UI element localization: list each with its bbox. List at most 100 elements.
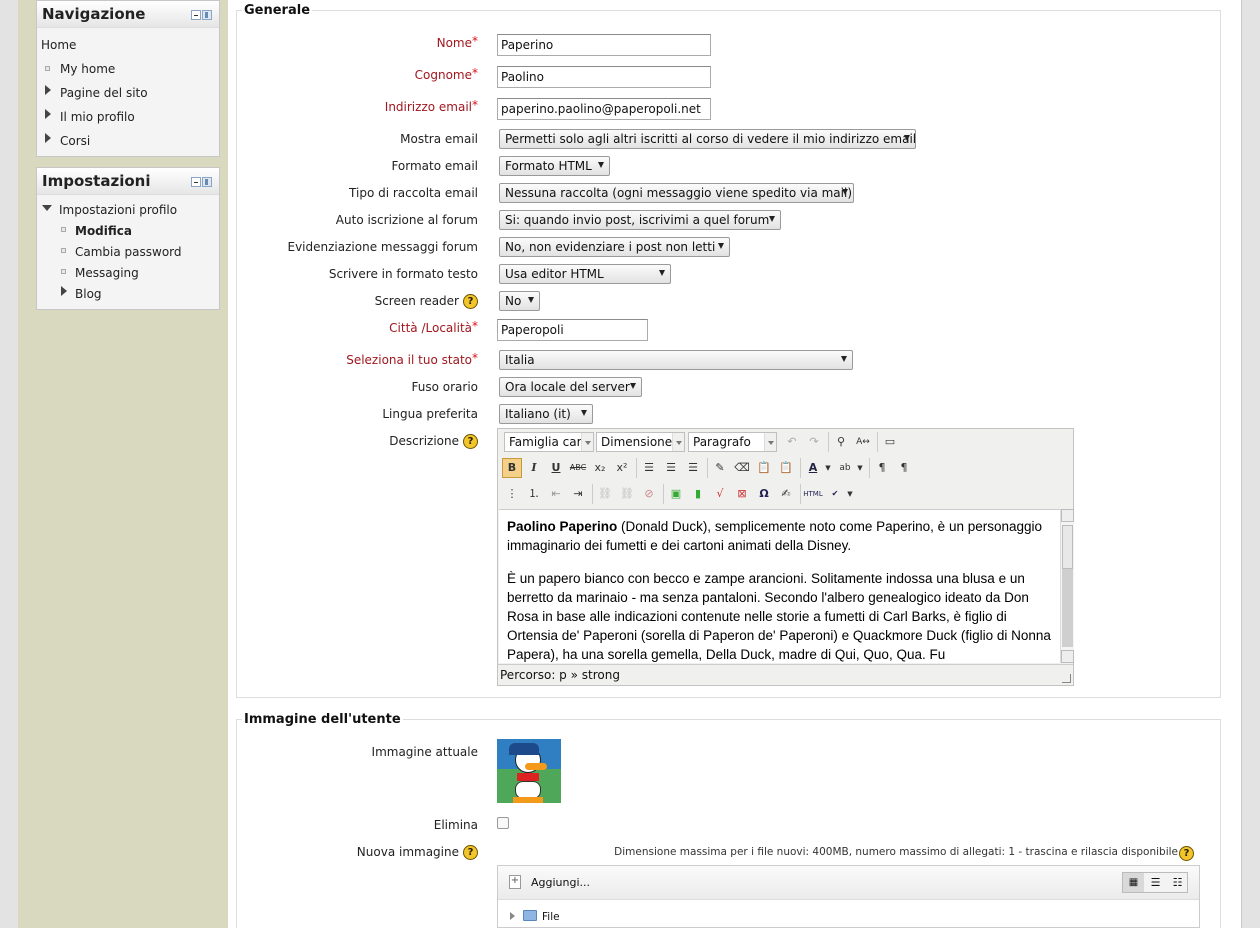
expand-arrow-icon[interactable] bbox=[45, 133, 51, 143]
file-manager: + Aggiungi... ▦ ☰ ☷ File bbox=[497, 865, 1200, 928]
ltr-icon[interactable]: ¶ bbox=[872, 458, 892, 478]
editor-content[interactable]: Paolino Paperino (Donald Duck), semplice… bbox=[499, 509, 1061, 663]
link-icon[interactable]: ⛓ bbox=[595, 484, 615, 504]
resize-handle-icon[interactable] bbox=[1062, 674, 1071, 683]
replace-icon[interactable]: A↔ bbox=[853, 432, 873, 452]
nav-item-home[interactable]: Home bbox=[41, 38, 76, 52]
eraser-icon[interactable]: ⌫ bbox=[732, 458, 752, 478]
italic-icon[interactable]: I bbox=[524, 458, 544, 478]
nolink-icon[interactable]: ⊘ bbox=[639, 484, 659, 504]
navigation-block: Navigazione Home My home Pagine del sito… bbox=[36, 0, 220, 157]
expand-arrow-icon[interactable] bbox=[45, 85, 51, 95]
cleanup-icon[interactable]: ✎ bbox=[710, 458, 730, 478]
formato-testo-select[interactable]: Usa editor HTML bbox=[499, 264, 671, 284]
superscript-icon[interactable]: x² bbox=[612, 458, 632, 478]
align-left-icon[interactable]: ☰ bbox=[639, 458, 659, 478]
auto-iscrizione-select[interactable]: Si: quando invio post, iscrivimi a quel … bbox=[499, 210, 781, 230]
chevron-down-icon[interactable]: ▼ bbox=[823, 458, 833, 478]
tree-view-icon[interactable]: ☷ bbox=[1167, 873, 1188, 892]
collapse-arrow-icon[interactable] bbox=[42, 205, 52, 211]
unlink-icon[interactable]: ⛓ bbox=[617, 484, 637, 504]
special-char-icon[interactable]: Ω bbox=[754, 484, 774, 504]
help-icon[interactable]: ? bbox=[463, 845, 478, 860]
editor-scrollbar[interactable] bbox=[1060, 509, 1074, 663]
bullet-list-icon[interactable]: ⋮ bbox=[502, 484, 522, 504]
raccolta-select[interactable]: Nessuna raccolta (ogni messaggio viene s… bbox=[499, 183, 854, 203]
toolbar-separator bbox=[707, 458, 708, 478]
settings-item-blog[interactable]: Blog bbox=[75, 287, 102, 301]
strikethrough-icon[interactable]: ABC bbox=[568, 458, 588, 478]
numbered-list-icon[interactable]: ⒈ bbox=[524, 484, 544, 504]
settings-item-modifica[interactable]: Modifica bbox=[75, 224, 132, 238]
mostra-email-label: Mostra email bbox=[400, 132, 478, 146]
undo-icon[interactable]: ↶ bbox=[782, 432, 802, 452]
underline-icon[interactable]: U bbox=[546, 458, 566, 478]
font-size-select[interactable]: Dimensione bbox=[596, 432, 685, 452]
screen-reader-select[interactable]: No bbox=[499, 291, 540, 311]
media-icon[interactable]: ▮ bbox=[688, 484, 708, 504]
font-family-select[interactable]: Famiglia car bbox=[504, 432, 594, 452]
nav-item-corsi[interactable]: Corsi bbox=[60, 134, 90, 148]
indent-icon[interactable]: ⇥ bbox=[568, 484, 588, 504]
chevron-down-icon[interactable]: ▼ bbox=[855, 458, 865, 478]
formato-email-select[interactable]: Formato HTML bbox=[499, 156, 610, 176]
stato-select[interactable]: Italia bbox=[499, 350, 853, 370]
add-file-button[interactable]: Aggiungi... bbox=[531, 876, 590, 889]
expand-arrow-icon[interactable] bbox=[510, 912, 515, 920]
rtl-icon[interactable]: ¶ bbox=[894, 458, 914, 478]
view-switcher: ▦ ☰ ☷ bbox=[1122, 872, 1188, 893]
outdent-icon[interactable]: ⇤ bbox=[546, 484, 566, 504]
format-select[interactable]: Paragrafo bbox=[688, 432, 777, 452]
settings-root[interactable]: Impostazioni profilo bbox=[59, 203, 177, 217]
paste-text-icon[interactable]: 📋 bbox=[754, 458, 774, 478]
subscript-icon[interactable]: x₂ bbox=[590, 458, 610, 478]
bold-icon[interactable]: B bbox=[502, 458, 522, 478]
settings-item-messaging[interactable]: Messaging bbox=[75, 266, 139, 280]
table-icon[interactable]: ✍ bbox=[776, 484, 796, 504]
background-color-icon[interactable]: ab bbox=[835, 458, 855, 478]
chemistry-icon[interactable]: ⊠ bbox=[732, 484, 752, 504]
redo-icon[interactable]: ↷ bbox=[804, 432, 824, 452]
list-view-icon[interactable]: ☰ bbox=[1145, 873, 1166, 892]
expand-arrow-icon[interactable] bbox=[45, 109, 51, 119]
stato-label: Seleziona il tuo stato* bbox=[346, 351, 478, 367]
html-source-icon[interactable]: HTML bbox=[803, 484, 823, 504]
align-right-icon[interactable]: ☰ bbox=[683, 458, 703, 478]
image-icon[interactable]: ▣ bbox=[666, 484, 686, 504]
nav-item-pagine-sito[interactable]: Pagine del sito bbox=[60, 86, 148, 100]
align-center-icon[interactable]: ☰ bbox=[661, 458, 681, 478]
email-input[interactable] bbox=[497, 98, 711, 120]
equation-icon[interactable]: √ bbox=[710, 484, 730, 504]
scroll-down-icon[interactable] bbox=[1061, 650, 1074, 663]
fullscreen-icon[interactable]: ▭ bbox=[880, 432, 900, 452]
icon-view-icon[interactable]: ▦ bbox=[1123, 873, 1144, 892]
evidenziazione-select[interactable]: No, non evidenziare i post non letti bbox=[499, 237, 730, 257]
fuso-select[interactable]: Ora locale del server bbox=[499, 377, 642, 397]
expand-arrow-icon[interactable] bbox=[61, 286, 67, 296]
citta-input[interactable] bbox=[497, 319, 648, 341]
scrollbar-thumb[interactable] bbox=[1062, 525, 1073, 569]
help-icon[interactable]: ? bbox=[1179, 846, 1194, 861]
lingua-select[interactable]: Italiano (it) bbox=[499, 404, 593, 424]
paste-word-icon[interactable]: 📋 bbox=[776, 458, 796, 478]
folder-label[interactable]: File bbox=[542, 911, 560, 923]
new-image-label: Nuova immagine bbox=[356, 845, 459, 859]
delete-checkbox[interactable] bbox=[497, 817, 509, 829]
scroll-up-icon[interactable] bbox=[1061, 509, 1074, 522]
help-icon[interactable]: ? bbox=[463, 294, 478, 309]
nome-input[interactable] bbox=[497, 34, 711, 56]
editor-path: Percorso: p » strong bbox=[500, 668, 620, 682]
block-controls-icon[interactable] bbox=[191, 10, 213, 21]
cognome-input[interactable] bbox=[497, 66, 711, 88]
text-color-icon[interactable]: A bbox=[803, 458, 823, 478]
nav-item-my-home[interactable]: My home bbox=[60, 62, 115, 76]
chevron-down-icon[interactable]: ▼ bbox=[845, 484, 855, 504]
settings-item-cambia-password[interactable]: Cambia password bbox=[75, 245, 182, 259]
mostra-email-select[interactable]: Permetti solo agli altri iscritti al cor… bbox=[499, 129, 916, 149]
block-controls-icon[interactable] bbox=[191, 177, 213, 188]
find-icon[interactable]: ⚲ bbox=[831, 432, 851, 452]
help-icon[interactable]: ? bbox=[463, 434, 478, 449]
add-file-icon[interactable]: + bbox=[509, 875, 521, 889]
spellcheck-icon[interactable]: ✔ bbox=[825, 484, 845, 504]
nav-item-mio-profilo[interactable]: Il mio profilo bbox=[60, 110, 135, 124]
